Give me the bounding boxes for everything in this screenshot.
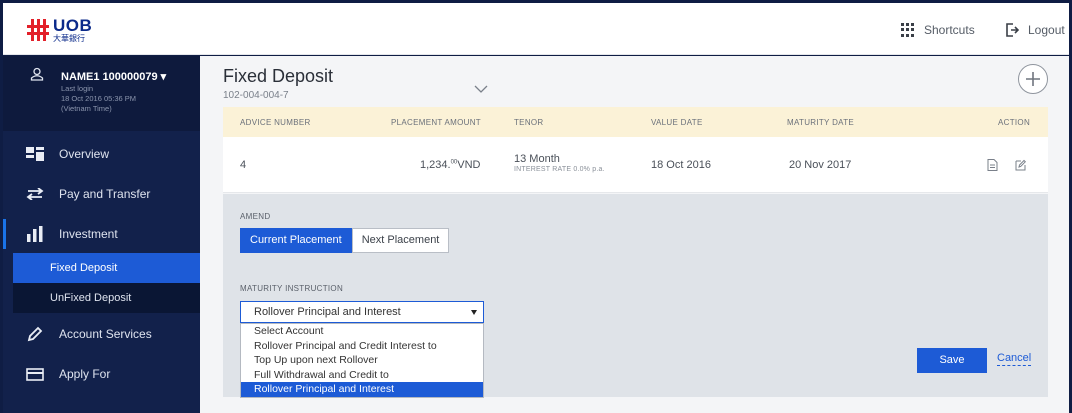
transfer-icon <box>25 186 45 202</box>
col-maturity-date: MATURITY DATE <box>787 118 855 127</box>
user-icon <box>30 67 44 81</box>
current-placement-button[interactable]: Current Placement <box>240 228 352 253</box>
shortcuts-button[interactable]: Shortcuts <box>901 23 975 37</box>
tenor: 13 Month <box>514 153 560 165</box>
sidebar-subitem-fixed-deposit[interactable]: Fixed Deposit <box>13 253 200 283</box>
main-content: Fixed Deposit 102-004-004-7 ADVICE NUMBE… <box>200 56 1069 413</box>
sidebar-item-pay-and-transfer[interactable]: Pay and Transfer <box>3 180 200 208</box>
overview-icon <box>25 146 45 162</box>
col-action: ACTION <box>998 118 1031 127</box>
option-top-up-next-rollover[interactable]: Top Up upon next Rollover <box>241 353 483 368</box>
option-select-account[interactable]: Select Account <box>241 324 483 339</box>
maturity-date: 20 Nov 2017 <box>789 159 852 171</box>
logout-label: Logout <box>1028 23 1065 37</box>
logout-button[interactable]: Logout <box>1005 23 1065 37</box>
investment-icon <box>25 226 45 242</box>
sidebar-item-overview[interactable]: Overview <box>3 140 200 168</box>
user-name-dropdown[interactable]: NAME1 100000079 ▾ <box>61 70 166 83</box>
col-advice-number: ADVICE NUMBER <box>240 118 311 127</box>
table-header: ADVICE NUMBER PLACEMENT AMOUNT TENOR VAL… <box>223 107 1048 137</box>
placement-amount: 1,234.00VND <box>420 159 481 171</box>
plus-icon <box>1026 72 1040 86</box>
uob-logo[interactable]: UOB 大華銀行 <box>27 17 92 43</box>
card-icon <box>25 366 45 382</box>
uob-logo-mark-icon <box>27 19 49 41</box>
col-placement-amount: PLACEMENT AMOUNT <box>391 118 481 127</box>
edit-icon[interactable] <box>1015 159 1026 171</box>
caret-down-icon <box>471 310 477 315</box>
caret-down-icon: ▾ <box>157 71 167 83</box>
value-date: 18 Oct 2016 <box>651 159 711 171</box>
pencil-icon <box>25 326 45 342</box>
chevron-down-icon[interactable] <box>474 84 488 94</box>
user-panel[interactable]: NAME1 100000079 ▾ Last login 18 Oct 2016… <box>3 56 200 131</box>
sidebar-subitem-unfixed-deposit[interactable]: UnFixed Deposit <box>13 283 200 313</box>
sidebar-item-account-services[interactable]: Account Services <box>3 320 200 348</box>
option-rollover-principal-interest[interactable]: Rollover Principal and Interest <box>241 382 483 397</box>
col-tenor: TENOR <box>514 118 544 127</box>
option-full-withdrawal[interactable]: Full Withdrawal and Credit to <box>241 368 483 383</box>
table-row: 4 1,234.00VND 13 Month INTEREST RATE 0.0… <box>223 137 1048 193</box>
interest-rate: INTEREST RATE 0.0% p.a. <box>514 166 605 173</box>
top-header: UOB 大華銀行 Shortcuts Logout <box>3 3 1069 55</box>
document-icon[interactable] <box>987 159 998 171</box>
last-login-info: Last login 18 Oct 2016 05:36 PM (Vietnam… <box>61 84 137 113</box>
add-button[interactable] <box>1018 64 1048 94</box>
maturity-instruction-label: MATURITY INSTRUCTION <box>240 284 344 293</box>
advice-number: 4 <box>240 159 247 171</box>
col-value-date: VALUE DATE <box>651 118 703 127</box>
account-number: 102-004-004-7 <box>223 90 289 101</box>
brand-subtitle: 大華銀行 <box>53 34 85 43</box>
sidebar-item-apply-for[interactable]: Apply For <box>3 360 200 388</box>
amend-panel: AMEND Current Placement Next Placement M… <box>223 194 1048 398</box>
cancel-link[interactable]: Cancel <box>997 352 1032 366</box>
option-rollover-principal-credit-interest[interactable]: Rollover Principal and Credit Interest t… <box>241 339 483 354</box>
brand-name: UOB <box>53 16 93 35</box>
save-button[interactable]: Save <box>917 348 987 373</box>
placement-toggle: Current Placement Next Placement <box>240 228 450 253</box>
grid-icon <box>901 23 915 37</box>
sidebar-item-investment[interactable]: Investment <box>3 219 200 249</box>
logout-icon <box>1006 23 1019 37</box>
maturity-instruction-select[interactable]: Rollover Principal and Interest <box>240 301 484 323</box>
maturity-instruction-options: Select Account Rollover Principal and Cr… <box>240 323 484 398</box>
sidebar: NAME1 100000079 ▾ Last login 18 Oct 2016… <box>3 56 200 413</box>
page-title: Fixed Deposit <box>223 66 334 86</box>
shortcuts-label: Shortcuts <box>924 23 975 37</box>
amend-label: AMEND <box>240 212 271 221</box>
next-placement-button[interactable]: Next Placement <box>351 228 450 253</box>
